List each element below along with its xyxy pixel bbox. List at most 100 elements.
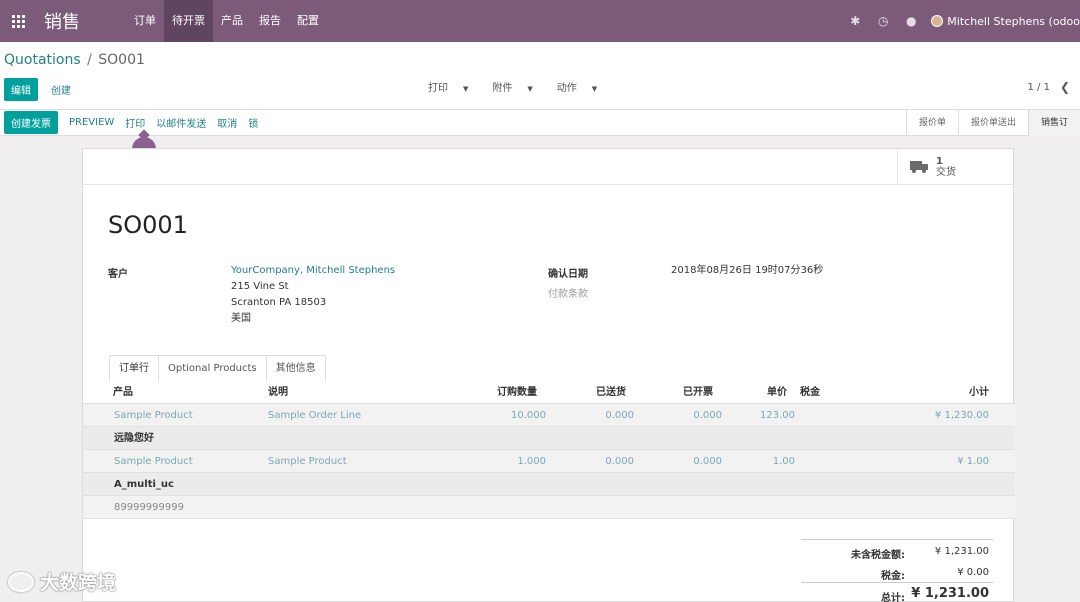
col-tax[interactable]: 税金 [800,381,820,404]
tab-optional-products[interactable]: Optional Products [158,355,267,381]
caret-down-icon: ▼ [463,85,469,93]
total-value: ¥ 1,231.00 [911,586,989,601]
breadcrumb-separator: / [87,52,92,68]
chat-icon[interactable]: ● [897,14,925,28]
note-text: 89999999999 [114,502,184,513]
edit-button[interactable]: 编辑 [4,78,38,101]
customer-label: 客户 [108,269,128,280]
user-menu[interactable]: Mitchell Stephens (odoo [925,15,1080,28]
cancel-button[interactable]: 取消 [217,115,237,130]
status-bar: 创建发票 PREVIEW 打印 以邮件发送 取消 锁 报价单 报价单送出 销售订 [0,110,1080,136]
clock-icon[interactable]: ◷ [869,14,897,28]
send-email-button[interactable]: 以邮件发送 [156,115,206,130]
note-row[interactable]: 89999999999 [83,496,1015,519]
delivery-count: 1 [936,156,943,167]
cell-product: Sample Product [114,456,193,467]
order-title: SO001 [108,211,188,239]
breadcrumb: Quotations / SO001 [4,52,145,68]
col-price[interactable]: 单价 [767,381,787,404]
menu-reporting[interactable]: 报告 [251,0,289,42]
bug-icon[interactable]: ✱ [841,14,869,28]
cell-delivered: 0.000 [605,410,634,421]
table-row[interactable]: Sample Product Sample Product 1.000 0.00… [83,450,1015,473]
cell-subtotal: ¥ 1.00 [957,456,989,467]
cell-description: Sample Product [268,456,347,467]
col-delivered[interactable]: 已送货 [596,381,626,404]
cell-qty: 1.000 [517,456,546,467]
cell-subtotal: ¥ 1,230.00 [934,410,989,421]
section-name: 远隐您好 [114,433,154,444]
totals-block: 未含税金额: ¥ 1,231.00 税金: ¥ 0.00 总计: ¥ 1,231… [801,539,993,602]
section-row[interactable]: A_multi_uc [83,473,1015,496]
order-lines-table: 产品 说明 订购数量 已送货 已开票 单价 税金 小计 Sample Produ… [83,381,1015,519]
customer-address: YourCompany, Mitchell Stephens 215 Vine … [231,263,395,327]
customer-link[interactable]: YourCompany, Mitchell Stephens [231,263,395,279]
lock-button[interactable]: 锁 [248,115,258,130]
notebook-tabs: 订单行 Optional Products 其他信息 [109,355,326,381]
stage-quotation-sent[interactable]: 报价单送出 [957,110,1028,136]
cell-invoiced: 0.000 [693,456,722,467]
menu-to-invoice[interactable]: 待开票 [164,0,213,42]
action-dropdown[interactable]: 动作 ▼ [557,79,609,94]
print-dropdown[interactable]: 打印 ▼ [428,79,480,94]
tab-order-lines[interactable]: 订单行 [109,355,159,381]
print-button[interactable]: 打印 [125,115,145,130]
top-navbar: 销售 订单 待开票 产品 报告 配置 ✱ ◷ ● Mitchell Stephe… [0,0,1080,42]
breadcrumb-current: SO001 [98,52,145,68]
cell-invoiced: 0.000 [693,410,722,421]
stage-sales-order[interactable]: 销售订 [1027,110,1080,136]
watermark: 大数跨境 [8,568,116,595]
caret-down-icon: ▼ [527,85,533,93]
apps-menu-icon[interactable] [0,0,36,42]
tab-other-info[interactable]: 其他信息 [265,355,326,381]
table-header: 产品 说明 订购数量 已送货 已开票 单价 税金 小计 [83,381,1015,404]
main-menu: 订单 待开票 产品 报告 配置 [126,0,327,42]
breadcrumb-quotations[interactable]: Quotations [4,52,81,68]
total-row: 总计: ¥ 1,231.00 [801,582,993,602]
caret-down-icon: ▼ [591,85,598,93]
attachment-dropdown[interactable]: 附件 ▼ [492,79,544,94]
delivery-smart-button[interactable]: 1 交货 [897,149,1013,185]
cell-qty: 10.000 [511,410,546,421]
print-dropdown-label: 打印 [428,83,448,94]
tax-row: 税金: ¥ 0.00 [801,561,993,582]
create-invoice-button[interactable]: 创建发票 [4,111,58,134]
menu-products[interactable]: 产品 [213,0,251,42]
avatar [931,15,944,27]
section-row[interactable]: 远隐您好 [83,427,1015,450]
address-line1: 215 Vine St [231,281,289,292]
col-product[interactable]: 产品 [113,381,133,404]
delivery-label: 交货 [936,167,956,178]
col-subtotal[interactable]: 小计 [969,381,989,404]
col-invoiced[interactable]: 已开票 [683,381,713,404]
watermark-logo-icon [8,571,34,592]
cell-description: Sample Order Line [268,410,362,421]
cell-price: 123.00 [760,410,795,421]
action-dropdown-label: 动作 [556,83,577,94]
cell-price: 1.00 [772,456,795,467]
untaxed-row: 未含税金额: ¥ 1,231.00 [801,540,993,561]
address-country: 美国 [231,313,251,324]
col-qty[interactable]: 订购数量 [497,381,537,404]
form-sheet: 1 交货 SO001 客户 YourCompany, Mitchell Step… [82,148,1015,602]
confirm-date-value: 2018年08月26日 19时07分36秒 [671,265,824,276]
preview-button[interactable]: PREVIEW [69,117,114,128]
control-panel: Quotations / SO001 编辑 创建 打印 ▼ 附件 ▼ 动作 ▼ 1 /… [0,42,1080,110]
col-description[interactable]: 说明 [268,381,288,404]
section-name: A_multi_uc [114,479,174,490]
cell-delivered: 0.000 [605,456,634,467]
watermark-text: 大数跨境 [40,572,117,594]
stage-quotation[interactable]: 报价单 [905,110,958,136]
untaxed-label: 未含税金额: [851,550,905,561]
stage-pipeline: 报价单 报价单送出 销售订 [905,110,1080,136]
cell-product: Sample Product [114,410,193,421]
pager-value[interactable]: 1 / 1 [1027,82,1049,93]
button-box: 1 交货 [83,149,1013,185]
tax-label: 税金: [881,571,905,582]
menu-orders[interactable]: 订单 [126,0,164,42]
table-row[interactable]: Sample Product Sample Order Line 10.000 … [83,404,1015,427]
chevron-left-icon[interactable]: ❮ [1060,80,1070,94]
create-button[interactable]: 创建 [44,78,78,101]
menu-configuration[interactable]: 配置 [289,0,327,42]
action-dropdowns: 打印 ▼ 附件 ▼ 动作 ▼ [428,79,621,94]
